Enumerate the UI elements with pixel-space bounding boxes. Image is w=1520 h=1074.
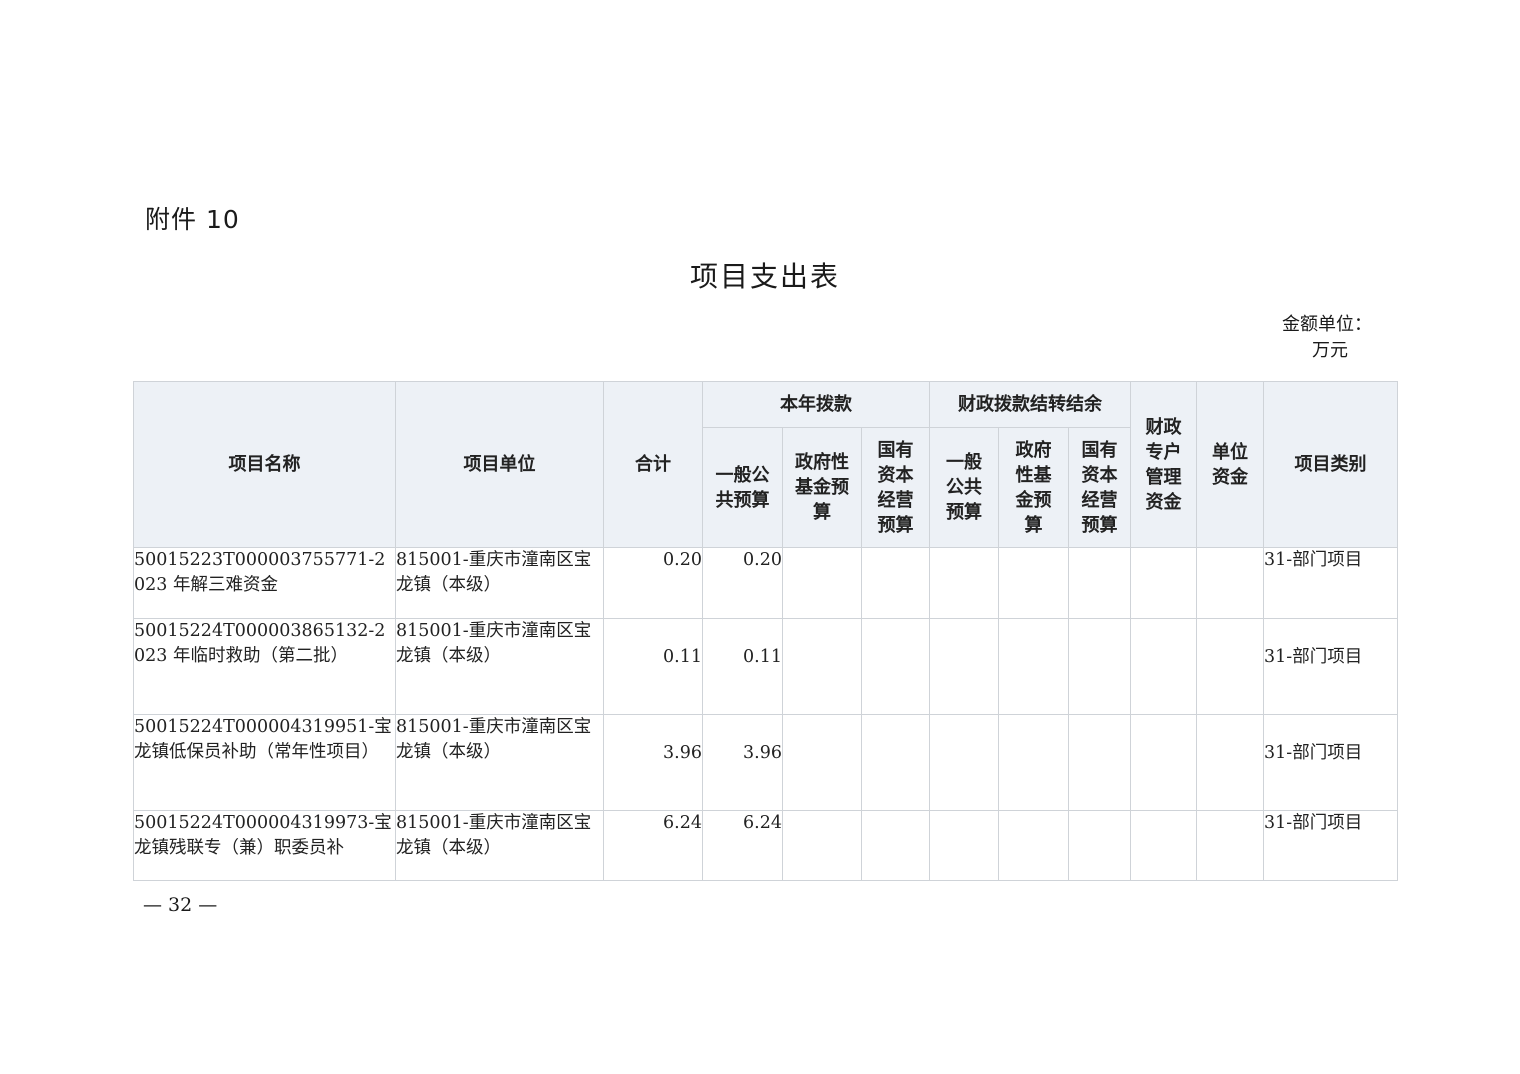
cell-general-public: 0.11 — [702, 618, 783, 715]
cell-category: 31-部门项目 — [1263, 547, 1399, 619]
cell-project-name: 50015224T000004319951-宝龙镇低保员补助（常年性项目） — [133, 714, 396, 811]
cell-carry-general — [929, 810, 1000, 881]
cell-general-public: 0.20 — [702, 547, 783, 619]
header-total: 合计 — [603, 381, 703, 548]
cell-unit-fund — [1196, 618, 1265, 715]
attachment-label: 附件 10 — [145, 205, 240, 234]
cell-gov-fund — [782, 618, 862, 715]
page-title: 项目支出表 — [689, 260, 840, 293]
cell-state-capital — [860, 618, 931, 715]
project-expenditure-table: 项目名称 项目单位 合计 本年拨款 财政拨款结转结余 财政专户管理资金 单位资金… — [133, 381, 1399, 881]
cell-project-name: 50015223T000003755771-2023 年解三难资金 — [133, 547, 396, 619]
header-carryover: 财政拨款结转结余 — [929, 381, 1132, 428]
cell-state-capital — [860, 714, 931, 811]
cell-category: 31-部门项目 — [1263, 618, 1399, 715]
cell-state-capital — [860, 547, 931, 619]
cell-unit-fund — [1196, 810, 1265, 881]
cell-carry-gov-fund — [998, 618, 1070, 715]
table-row: 50015223T000003755771-2023 年解三难资金 815001… — [133, 547, 1399, 619]
cell-carry-gov-fund — [998, 547, 1070, 619]
cell-carry-gov-fund — [998, 714, 1070, 811]
amount-unit-note: 金额单位： 万元 — [1270, 312, 1390, 364]
cell-category: 31-部门项目 — [1263, 714, 1399, 811]
page-number: — 32 — — [143, 894, 218, 916]
cell-project-unit: 815001-重庆市潼南区宝龙镇（本级） — [395, 547, 604, 619]
cell-project-unit: 815001-重庆市潼南区宝龙镇（本级） — [395, 618, 604, 715]
table-row: 50015224T000003865132-2023 年临时救助（第二批） 81… — [133, 618, 1399, 715]
header-carry-general-public: 一般公共预算 — [929, 427, 1000, 548]
cell-total: 0.11 — [603, 618, 703, 715]
cell-project-unit: 815001-重庆市潼南区宝龙镇（本级） — [395, 810, 604, 881]
cell-gov-fund — [782, 714, 862, 811]
cell-general-public: 3.96 — [702, 714, 783, 811]
header-carry-gov-fund: 政府性基金预算 — [998, 427, 1070, 548]
cell-total: 3.96 — [603, 714, 703, 811]
header-general-public: 一般公共预算 — [702, 427, 783, 548]
header-project-name: 项目名称 — [133, 381, 396, 548]
cell-unit-fund — [1196, 714, 1265, 811]
cell-carry-general — [929, 714, 1000, 811]
cell-gov-fund — [782, 547, 862, 619]
cell-special-fund — [1130, 714, 1198, 811]
cell-special-fund — [1130, 810, 1198, 881]
cell-carry-gov-fund — [998, 810, 1070, 881]
header-current-year: 本年拨款 — [701, 381, 931, 428]
header-special-fund: 财政专户管理资金 — [1130, 381, 1198, 548]
cell-total: 0.20 — [603, 547, 703, 619]
table-row: 50015224T000004319951-宝龙镇低保员补助（常年性项目） 81… — [133, 714, 1399, 811]
header-gov-fund: 政府性基金预算 — [782, 427, 862, 548]
amount-unit-value: 万元 — [1312, 340, 1348, 361]
cell-carry-general — [929, 618, 1000, 715]
amount-unit-label: 金额单位： — [1282, 314, 1372, 335]
cell-project-unit: 815001-重庆市潼南区宝龙镇（本级） — [395, 714, 604, 811]
cell-special-fund — [1130, 547, 1198, 619]
header-category: 项目类别 — [1263, 381, 1399, 548]
header-carry-state-capital: 国有资本经营预算 — [1068, 427, 1132, 548]
table-row: 50015224T000004319973-宝龙镇残联专（兼）职委员补 8150… — [133, 810, 1399, 881]
cell-project-name: 50015224T000004319973-宝龙镇残联专（兼）职委员补 — [133, 810, 396, 881]
header-state-capital: 国有资本经营预算 — [860, 427, 931, 548]
cell-general-public: 6.24 — [702, 810, 783, 881]
cell-state-capital — [860, 810, 931, 881]
cell-gov-fund — [782, 810, 862, 881]
header-unit-fund: 单位资金 — [1196, 381, 1265, 548]
cell-special-fund — [1130, 618, 1198, 715]
cell-carry-general — [929, 547, 1000, 619]
cell-unit-fund — [1196, 547, 1265, 619]
cell-carry-state-capital — [1068, 618, 1132, 715]
cell-category: 31-部门项目 — [1263, 810, 1399, 881]
cell-total: 6.24 — [603, 810, 703, 881]
cell-carry-state-capital — [1068, 547, 1132, 619]
cell-carry-state-capital — [1068, 714, 1132, 811]
header-project-unit: 项目单位 — [395, 381, 604, 548]
cell-project-name: 50015224T000003865132-2023 年临时救助（第二批） — [133, 618, 396, 715]
cell-carry-state-capital — [1068, 810, 1132, 881]
